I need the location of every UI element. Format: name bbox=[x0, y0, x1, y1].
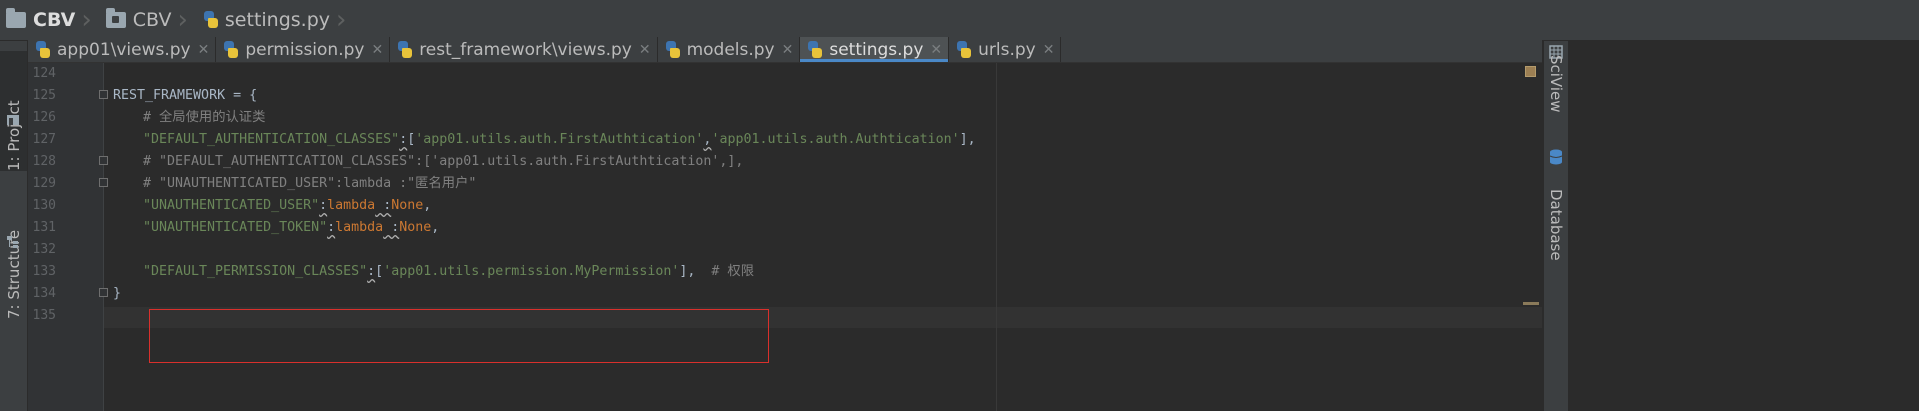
editor-tab-label: models.py bbox=[686, 39, 775, 60]
line-number-gutter[interactable]: 124 125 126 127 128 129 130 131 132 133 … bbox=[28, 63, 108, 411]
line-number: 124 bbox=[32, 66, 56, 81]
breadcrumb-item-file[interactable]: settings.py › bbox=[196, 0, 355, 40]
code-string: 'app01.utils.auth.Authtication' bbox=[711, 132, 960, 147]
python-file-icon bbox=[396, 40, 414, 59]
code-string: 'app01.utils.auth.FirstAuthtication' bbox=[415, 132, 704, 147]
tool-tab-label: Database bbox=[1547, 189, 1565, 261]
tool-tab-structure[interactable]: 7: Structure bbox=[0, 201, 27, 319]
line-number: 126 bbox=[32, 110, 56, 125]
chevron-right-icon: › bbox=[81, 5, 92, 35]
close-icon[interactable]: ✕ bbox=[1043, 42, 1055, 58]
code-comment: # 全局使用的认证类 bbox=[143, 110, 266, 125]
line-number: 133 bbox=[32, 264, 56, 279]
code-line-131: "UNAUTHENTICATED_TOKEN":lambda :None, bbox=[143, 220, 440, 235]
code-line-130: "UNAUTHENTICATED_USER":lambda :None, bbox=[143, 198, 432, 213]
editor-tab-bar: app01\views.py ✕ permission.py ✕ rest_fr… bbox=[28, 37, 1542, 63]
code-string: 'app01.utils.permission.MyPermission' bbox=[383, 264, 680, 279]
code-text: } bbox=[113, 286, 122, 301]
line-number: 135 bbox=[32, 308, 56, 323]
breadcrumb-label: settings.py bbox=[224, 9, 331, 31]
code-line-134: } bbox=[113, 283, 121, 305]
code-keyword: None bbox=[391, 198, 424, 213]
breadcrumb-label: CBV bbox=[33, 9, 76, 31]
tool-tab-label: 7: Structure bbox=[4, 229, 23, 319]
editor-tab[interactable]: app01\views.py ✕ bbox=[28, 37, 217, 62]
code-comment: # 权限 bbox=[711, 264, 755, 279]
python-file-icon bbox=[664, 40, 682, 59]
fold-marker-icon[interactable] bbox=[99, 156, 108, 165]
project-icon bbox=[7, 115, 19, 125]
line-number: 127 bbox=[32, 132, 56, 147]
python-file-icon bbox=[34, 40, 52, 59]
editor-tab-label: permission.py bbox=[245, 39, 365, 60]
editor-tab[interactable]: permission.py ✕ bbox=[216, 37, 391, 62]
editor-tab-label: settings.py bbox=[829, 39, 924, 60]
python-file-icon bbox=[202, 11, 220, 29]
tool-tab-label: SciView bbox=[1547, 55, 1565, 113]
database-icon bbox=[1549, 149, 1563, 165]
python-file-icon bbox=[955, 40, 973, 59]
code-line-127: "DEFAULT_AUTHENTICATION_CLASSES":['app01… bbox=[143, 132, 976, 147]
fold-marker-icon[interactable] bbox=[99, 178, 108, 187]
code-comment: # "DEFAULT_AUTHENTICATION_CLASSES":['app… bbox=[143, 154, 744, 169]
code-editor[interactable]: 124 125 126 127 128 129 130 131 132 133 … bbox=[28, 63, 1542, 411]
python-file-icon bbox=[806, 40, 824, 59]
editor-tab-label: rest_framework\views.py bbox=[419, 39, 632, 60]
right-tool-strip: SciView Database bbox=[1543, 41, 1568, 411]
structure-icon bbox=[7, 236, 18, 248]
python-file-icon bbox=[222, 40, 240, 59]
tool-tab-database[interactable]: Database bbox=[1544, 189, 1568, 289]
line-number: 131 bbox=[32, 220, 56, 235]
code-comment: # "UNAUTHENTICATED_USER":lambda :"匿名用户" bbox=[143, 176, 477, 191]
code-text: REST_FRAMEWORK = { bbox=[113, 88, 258, 103]
inspection-status-icon[interactable] bbox=[1525, 66, 1536, 77]
left-tool-strip: 1: Project 7: Structure bbox=[0, 41, 28, 411]
line-number: 128 bbox=[32, 154, 56, 169]
line-number: 130 bbox=[32, 198, 56, 213]
code-line-128: # "DEFAULT_AUTHENTICATION_CLASSES":['app… bbox=[143, 151, 743, 173]
tool-tab-label: 1: Project bbox=[4, 100, 23, 171]
editor-tab[interactable]: rest_framework\views.py ✕ bbox=[390, 37, 658, 62]
breadcrumb-item-package[interactable]: CBV › bbox=[100, 0, 196, 40]
tool-tab-sciview[interactable]: SciView bbox=[1544, 55, 1568, 155]
chevron-right-icon: › bbox=[177, 5, 188, 35]
code-keyword: lambda bbox=[335, 220, 384, 235]
code-keyword: lambda bbox=[327, 198, 376, 213]
close-icon[interactable]: ✕ bbox=[371, 42, 383, 58]
breadcrumb-label: CBV bbox=[132, 9, 172, 31]
code-line-125: REST_FRAMEWORK = { bbox=[113, 85, 257, 107]
editor-tab-label: urls.py bbox=[978, 39, 1036, 60]
line-number: 134 bbox=[32, 286, 56, 301]
code-string: "DEFAULT_PERMISSION_CLASSES" bbox=[143, 264, 368, 279]
code-string: "UNAUTHENTICATED_USER" bbox=[143, 198, 320, 213]
close-icon[interactable]: ✕ bbox=[639, 42, 651, 58]
close-icon[interactable]: ✕ bbox=[782, 42, 794, 58]
code-keyword: None bbox=[399, 220, 432, 235]
chevron-right-icon: › bbox=[336, 5, 347, 35]
tool-tab-project[interactable]: 1: Project bbox=[0, 51, 27, 171]
line-number: 125 bbox=[32, 88, 56, 103]
close-icon[interactable]: ✕ bbox=[930, 42, 942, 58]
editor-tab-active[interactable]: settings.py ✕ bbox=[800, 37, 950, 62]
breadcrumb: CBV › CBV › settings.py › bbox=[0, 0, 1919, 41]
line-number: 132 bbox=[32, 242, 56, 257]
editor-tab[interactable]: urls.py ✕ bbox=[949, 37, 1062, 62]
fold-marker-icon[interactable] bbox=[99, 90, 108, 99]
editor-tab-label: app01\views.py bbox=[57, 39, 191, 60]
code-line-126: # 全局使用的认证类 bbox=[143, 107, 265, 129]
highlight-annotation-box bbox=[149, 309, 769, 363]
code-line-133: "DEFAULT_PERMISSION_CLASSES":['app01.uti… bbox=[143, 264, 755, 279]
editor-tab[interactable]: models.py ✕ bbox=[658, 37, 801, 62]
breadcrumb-item-project[interactable]: CBV › bbox=[0, 0, 100, 40]
module-folder-icon bbox=[105, 8, 126, 28]
scroll-marker[interactable] bbox=[1523, 302, 1539, 305]
close-icon[interactable]: ✕ bbox=[198, 42, 210, 58]
folder-icon bbox=[6, 8, 26, 28]
fold-marker-icon[interactable] bbox=[99, 288, 108, 297]
code-string: "DEFAULT_AUTHENTICATION_CLASSES" bbox=[143, 132, 400, 147]
code-string: "UNAUTHENTICATED_TOKEN" bbox=[143, 220, 328, 235]
code-line-129: # "UNAUTHENTICATED_USER":lambda :"匿名用户" bbox=[143, 173, 476, 195]
line-number: 129 bbox=[32, 176, 56, 191]
